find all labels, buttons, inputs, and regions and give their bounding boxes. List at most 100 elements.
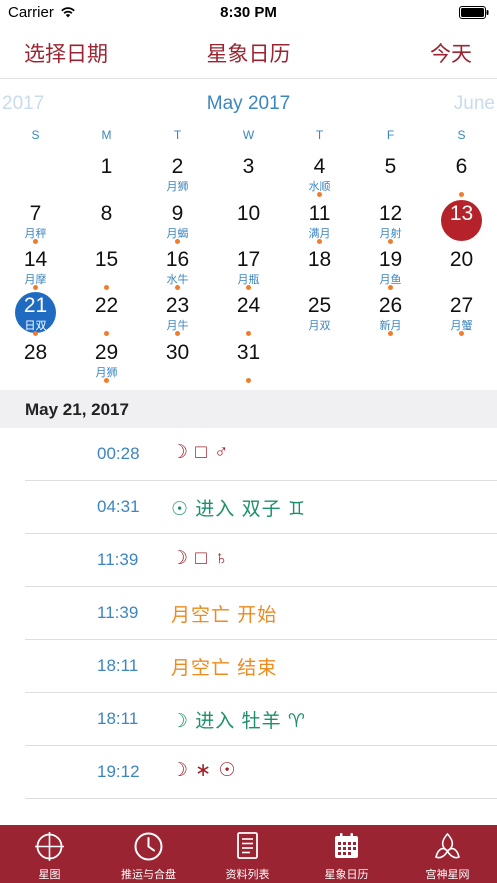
calendar-day-29[interactable]: 29 月狮 xyxy=(71,337,142,383)
calendar-day-26[interactable]: 26 新月 xyxy=(355,290,426,336)
event-row[interactable]: 11:39 月空亡 开始 xyxy=(25,587,497,640)
calendar-day-13[interactable]: 13 xyxy=(426,198,497,244)
month-header: 2017 May 2017 June xyxy=(0,90,497,118)
calendar-day-10[interactable]: 10 xyxy=(213,198,284,244)
event-aspect: ☽ □ ♂ xyxy=(171,442,230,463)
day-number: 18 xyxy=(307,248,332,271)
calendar-day-4[interactable]: 4 水顺 xyxy=(284,151,355,197)
weekday-label: M xyxy=(101,128,112,142)
day-number: 21 xyxy=(23,294,48,317)
event-row[interactable]: 18:11 ☽ 进入 牡羊 ♈ xyxy=(25,693,497,746)
day-number: 24 xyxy=(236,294,261,317)
calendar-day-7[interactable]: 7 月秤 xyxy=(0,198,71,244)
clock-icon xyxy=(134,832,163,861)
tab-label: 资料列表 xyxy=(225,869,270,881)
event-aspect: 月空亡 开始 xyxy=(171,605,278,626)
event-aspect: 月空亡 结束 xyxy=(171,658,278,679)
tab-star-chart[interactable]: 星图 xyxy=(0,825,99,883)
event-indicator-dot xyxy=(317,192,322,197)
today-button[interactable]: 今天 xyxy=(430,38,472,68)
calendar-day-14[interactable]: 14 月摩 xyxy=(0,244,71,290)
weekday-label: F xyxy=(386,128,395,142)
calendar-day-11[interactable]: 11 满月 xyxy=(284,198,355,244)
day-number: 15 xyxy=(94,248,119,271)
day-number: 17 xyxy=(236,248,261,271)
day-number: 19 xyxy=(378,248,403,271)
day-number: 11 xyxy=(308,202,331,225)
calendar-day-17[interactable]: 17 月瓶 xyxy=(213,244,284,290)
calendar-day-6[interactable]: 6 xyxy=(426,151,497,197)
calendar-day-15[interactable]: 15 xyxy=(71,244,142,290)
event-indicator-dot xyxy=(388,331,393,336)
calendar-day-24[interactable]: 24 xyxy=(213,290,284,336)
calendar-day-25[interactable]: 25 月双 xyxy=(284,290,355,336)
calendar-day-9[interactable]: 9 月蝎 xyxy=(142,198,213,244)
event-row[interactable]: 11:39 ☽ □ ♄ xyxy=(25,534,497,587)
day-number: 2 xyxy=(171,155,184,178)
day-number: 4 xyxy=(313,155,326,178)
event-row[interactable]: 19:12 ☽ ∗ ☉ xyxy=(25,746,497,799)
calendar-day-19[interactable]: 19 月鱼 xyxy=(355,244,426,290)
calendar-day-23[interactable]: 23 月牛 xyxy=(142,290,213,336)
app-root: Carrier 8:30 PM 选择日期 星象日历 今天 2017 May 20… xyxy=(0,0,497,883)
status-time: 8:30 PM xyxy=(220,4,277,21)
tab-website[interactable]: 宫神星网 xyxy=(398,825,497,883)
day-number: 25 xyxy=(307,294,332,317)
day-number: 14 xyxy=(23,248,48,271)
event-row[interactable]: 04:31 ☉ 进入 双子 ♊ xyxy=(25,481,497,534)
event-indicator-dot xyxy=(33,331,38,336)
event-indicator-dot xyxy=(104,331,109,336)
document-list-icon xyxy=(237,832,258,859)
page-title: 星象日历 xyxy=(206,43,291,66)
calendar-day-8[interactable]: 8 xyxy=(71,198,142,244)
day-number: 1 xyxy=(100,155,113,178)
calendar-day-20[interactable]: 20 xyxy=(426,244,497,290)
day-number: 29 xyxy=(94,341,119,364)
event-indicator-dot xyxy=(246,378,251,383)
day-number: 23 xyxy=(165,294,190,317)
calendar-day-28[interactable]: 28 xyxy=(0,337,71,383)
day-number: 26 xyxy=(378,294,403,317)
day-event-label: 月双 xyxy=(308,320,331,332)
navigation-bar: 选择日期 星象日历 今天 xyxy=(0,26,497,78)
tab-astro-calendar[interactable]: 星象日历 xyxy=(297,825,396,883)
calendar-day-5[interactable]: 5 xyxy=(355,151,426,197)
day-number: 30 xyxy=(165,341,190,364)
tab-transits[interactable]: 推运与合盘 xyxy=(99,825,198,883)
calendar-day-2[interactable]: 2 月狮 xyxy=(142,151,213,197)
calendar-day-22[interactable]: 22 xyxy=(71,290,142,336)
day-number: 12 xyxy=(378,202,403,225)
calendar-day-3[interactable]: 3 xyxy=(213,151,284,197)
day-number: 20 xyxy=(449,248,474,271)
event-indicator-dot xyxy=(459,331,464,336)
event-indicator-dot xyxy=(459,192,464,197)
calendar-day-16[interactable]: 16 水牛 xyxy=(142,244,213,290)
weekday-label: S xyxy=(31,128,40,142)
calendar-day-30[interactable]: 30 xyxy=(142,337,213,383)
calendar-day-27[interactable]: 27 月蟹 xyxy=(426,290,497,336)
event-row[interactable]: 18:11 月空亡 结束 xyxy=(25,640,497,693)
tab-label: 星象日历 xyxy=(324,869,369,881)
day-number: 6 xyxy=(455,155,468,178)
event-time: 18:11 xyxy=(97,709,139,728)
calendar-day-12[interactable]: 12 月射 xyxy=(355,198,426,244)
current-month-label: May 2017 xyxy=(206,93,291,114)
calendar-day-18[interactable]: 18 xyxy=(284,244,355,290)
tab-bar: 星图 推运与合盘 资料列表 星象日历 宫神星网 xyxy=(0,825,497,883)
event-aspect: ☽ ∗ ☉ xyxy=(171,760,237,781)
triquetra-icon xyxy=(435,832,460,859)
event-time: 19:12 xyxy=(97,762,140,781)
day-number: 16 xyxy=(165,248,190,271)
day-number: 31 xyxy=(236,341,261,364)
event-aspect: ☽ 进入 牡羊 ♈ xyxy=(171,711,306,732)
calendar-day-31[interactable]: 31 xyxy=(213,337,284,383)
day-number: 3 xyxy=(242,155,255,178)
calendar-day-1[interactable]: 1 xyxy=(71,151,142,197)
next-month-label[interactable]: June xyxy=(454,93,495,115)
event-time: 04:31 xyxy=(97,497,140,516)
event-row[interactable]: 00:28 ☽ □ ♂ xyxy=(25,428,497,481)
day-number: 9 xyxy=(171,202,184,225)
status-bar: Carrier 8:30 PM xyxy=(0,0,497,26)
tab-records[interactable]: 资料列表 xyxy=(198,825,297,883)
calendar-day-21[interactable]: 21 日双 xyxy=(0,290,71,336)
